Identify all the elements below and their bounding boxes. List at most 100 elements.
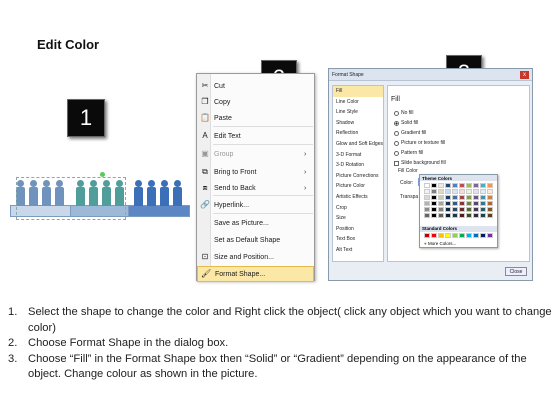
radio-circle[interactable] bbox=[394, 140, 399, 146]
radio-circle[interactable] bbox=[394, 150, 399, 156]
menu-item-cut[interactable]: ✂ Cut bbox=[197, 78, 314, 94]
color-swatch[interactable] bbox=[473, 213, 479, 218]
standard-color-swatch[interactable] bbox=[473, 233, 479, 238]
nav-item-size[interactable]: Size bbox=[333, 213, 383, 224]
nav-item-line-style[interactable]: Line Style bbox=[333, 107, 383, 118]
standard-color-swatch[interactable] bbox=[466, 233, 472, 238]
color-swatch[interactable] bbox=[445, 201, 451, 206]
more-colors-link[interactable]: ● More Colors... bbox=[424, 241, 456, 246]
color-swatch[interactable] bbox=[438, 189, 444, 194]
color-swatch[interactable] bbox=[424, 183, 430, 188]
nav-item-reflection[interactable]: Reflection bbox=[333, 128, 383, 139]
radio-pattern-fill[interactable]: Pattern fill bbox=[394, 150, 423, 156]
rotation-handle[interactable] bbox=[100, 172, 105, 177]
color-swatch[interactable] bbox=[487, 207, 493, 212]
nav-item-3-d-rotation[interactable]: 3-D Rotation bbox=[333, 160, 383, 171]
color-swatch[interactable] bbox=[452, 213, 458, 218]
radio-circle[interactable] bbox=[394, 110, 399, 116]
color-swatch[interactable] bbox=[480, 195, 486, 200]
color-swatch[interactable] bbox=[445, 189, 451, 194]
color-swatch[interactable] bbox=[438, 213, 444, 218]
color-swatch[interactable] bbox=[445, 213, 451, 218]
nav-item-glow-and-soft-edges[interactable]: Glow and Soft Edges bbox=[333, 139, 383, 150]
color-swatch[interactable] bbox=[466, 195, 472, 200]
color-swatch[interactable] bbox=[473, 207, 479, 212]
color-swatch[interactable] bbox=[459, 189, 465, 194]
menu-item-paste[interactable]: 📋 Paste bbox=[197, 110, 314, 126]
standard-color-swatch[interactable] bbox=[452, 233, 458, 238]
standard-color-swatch[interactable] bbox=[459, 233, 465, 238]
person-figure[interactable] bbox=[173, 180, 182, 206]
color-swatch[interactable] bbox=[487, 201, 493, 206]
color-swatch[interactable] bbox=[431, 213, 437, 218]
color-swatch[interactable] bbox=[487, 183, 493, 188]
color-swatch[interactable] bbox=[445, 195, 451, 200]
color-swatch[interactable] bbox=[431, 183, 437, 188]
color-swatch[interactable] bbox=[452, 207, 458, 212]
color-swatch[interactable] bbox=[452, 201, 458, 206]
nav-item-picture-color[interactable]: Picture Color bbox=[333, 181, 383, 192]
menu-item-group[interactable]: ▣ Group › bbox=[197, 146, 314, 162]
color-swatch[interactable] bbox=[487, 213, 493, 218]
color-swatch[interactable] bbox=[459, 207, 465, 212]
nav-item-shadow[interactable]: Shadow bbox=[333, 118, 383, 129]
color-swatch[interactable] bbox=[473, 201, 479, 206]
close-button[interactable]: Close bbox=[505, 267, 527, 276]
close-icon[interactable]: x bbox=[520, 70, 529, 79]
color-swatch[interactable] bbox=[452, 189, 458, 194]
color-swatch[interactable] bbox=[473, 189, 479, 194]
nav-item-crop[interactable]: Crop bbox=[333, 203, 383, 214]
color-swatch[interactable] bbox=[431, 195, 437, 200]
color-swatch[interactable] bbox=[424, 207, 430, 212]
standard-color-swatch[interactable] bbox=[424, 233, 430, 238]
color-swatch[interactable] bbox=[480, 207, 486, 212]
person-figure[interactable] bbox=[147, 180, 156, 206]
menu-item-bring-to-front[interactable]: ⧉ Bring to Front › bbox=[197, 164, 314, 180]
menu-item-hyperlink[interactable]: 🔗 Hyperlink... bbox=[197, 197, 314, 213]
color-swatch[interactable] bbox=[459, 201, 465, 206]
menu-item-copy[interactable]: ❐ Copy bbox=[197, 94, 314, 110]
slide-bg-checkbox[interactable]: Slide background fill bbox=[394, 160, 446, 166]
color-swatch[interactable] bbox=[487, 189, 493, 194]
color-swatch[interactable] bbox=[459, 183, 465, 188]
color-swatch[interactable] bbox=[466, 207, 472, 212]
menu-item-size-and-position[interactable]: ⊡ Size and Position... bbox=[197, 249, 314, 265]
color-swatch[interactable] bbox=[466, 183, 472, 188]
color-swatch[interactable] bbox=[438, 183, 444, 188]
color-swatch[interactable] bbox=[431, 189, 437, 194]
color-swatch[interactable] bbox=[431, 201, 437, 206]
menu-item-edit-text[interactable]: A Edit Text bbox=[197, 128, 314, 144]
nav-item-picture-corrections[interactable]: Picture Corrections bbox=[333, 171, 383, 182]
standard-color-swatch[interactable] bbox=[487, 233, 493, 238]
color-swatch[interactable] bbox=[424, 189, 430, 194]
radio-circle[interactable] bbox=[394, 120, 399, 126]
radio-picture-or-texture-fill[interactable]: Picture or texture fill bbox=[394, 140, 445, 146]
color-swatch[interactable] bbox=[445, 207, 451, 212]
platform-right[interactable] bbox=[128, 205, 190, 217]
radio-circle[interactable] bbox=[394, 130, 399, 136]
color-swatch[interactable] bbox=[480, 183, 486, 188]
nav-item-alt-text[interactable]: Alt Text bbox=[333, 245, 383, 256]
menu-item-save-as-picture[interactable]: Save as Picture... bbox=[197, 215, 314, 231]
color-swatch[interactable] bbox=[452, 183, 458, 188]
radio-gradient-fill[interactable]: Gradient fill bbox=[394, 130, 426, 136]
standard-color-swatch[interactable] bbox=[445, 233, 451, 238]
color-swatch[interactable] bbox=[466, 201, 472, 206]
radio-no-fill[interactable]: No fill bbox=[394, 110, 414, 116]
nav-item-position[interactable]: Position bbox=[333, 224, 383, 235]
color-swatch[interactable] bbox=[431, 207, 437, 212]
color-swatch[interactable] bbox=[452, 195, 458, 200]
color-swatch[interactable] bbox=[459, 213, 465, 218]
nav-item-fill[interactable]: Fill bbox=[333, 86, 383, 97]
nav-item-3-d-format[interactable]: 3-D Format bbox=[333, 150, 383, 161]
standard-color-swatch[interactable] bbox=[431, 233, 437, 238]
menu-item-set-as-default-shape[interactable]: Set as Default Shape bbox=[197, 232, 314, 248]
color-swatch[interactable] bbox=[438, 195, 444, 200]
color-swatch[interactable] bbox=[473, 183, 479, 188]
color-swatch[interactable] bbox=[466, 189, 472, 194]
nav-item-artistic-effects[interactable]: Artistic Effects bbox=[333, 192, 383, 203]
radio-solid-fill[interactable]: Solid fill bbox=[394, 120, 418, 126]
color-swatch[interactable] bbox=[438, 201, 444, 206]
nav-item-text-box[interactable]: Text Box bbox=[333, 234, 383, 245]
color-swatch[interactable] bbox=[424, 201, 430, 206]
